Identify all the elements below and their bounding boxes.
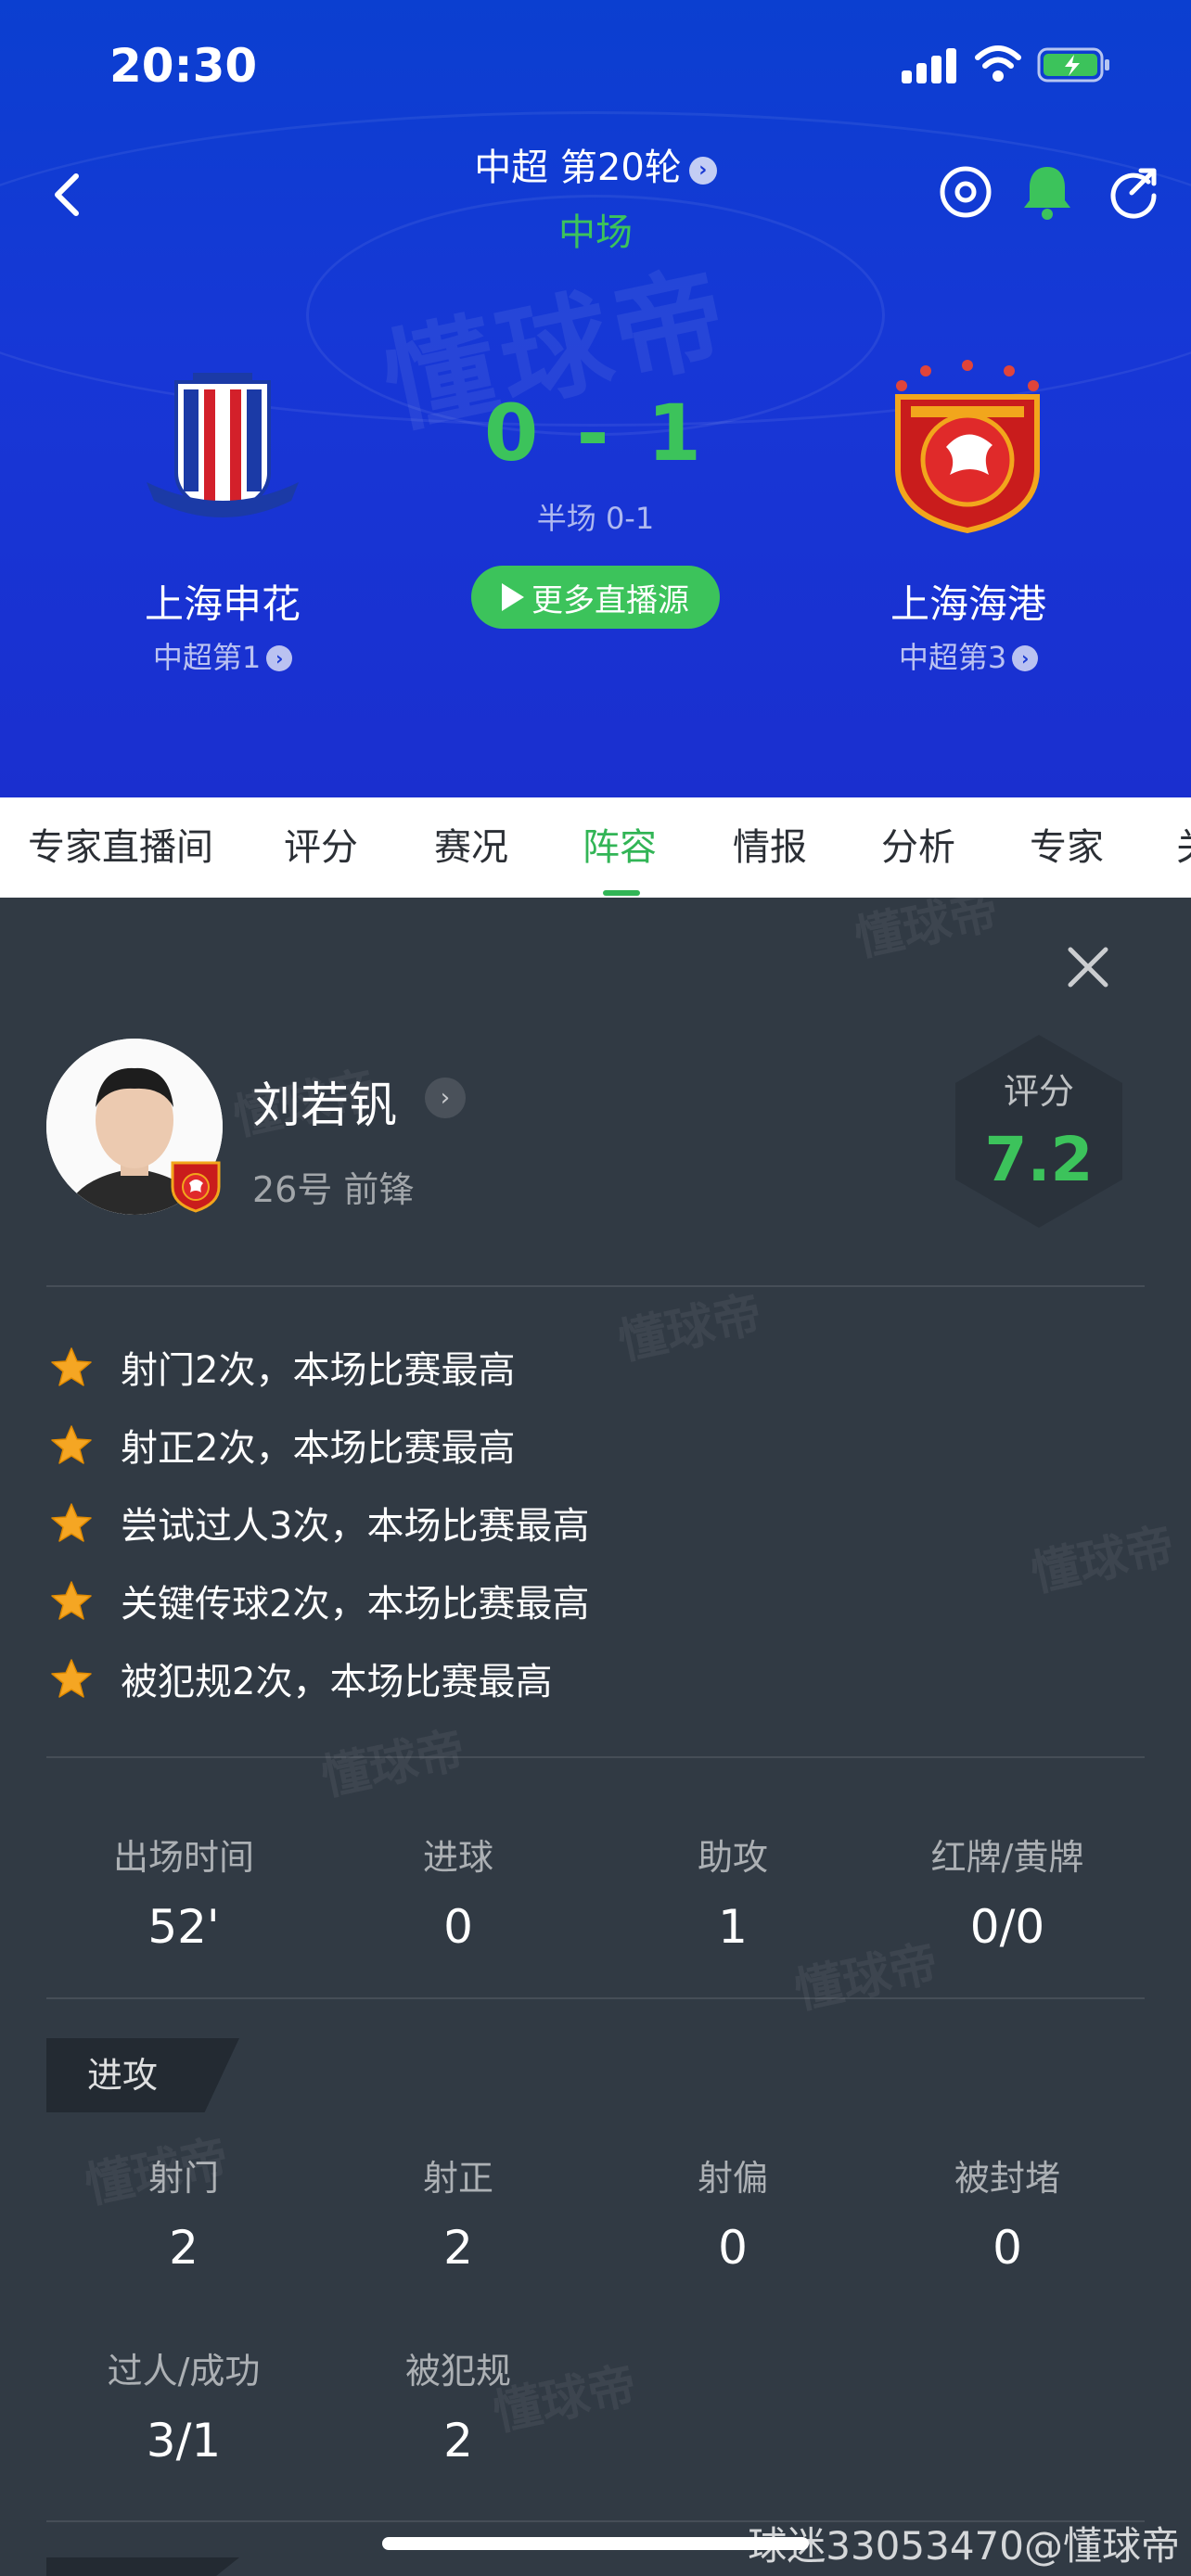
highlight-item: 被犯规2次，本场比赛最高 [50, 1651, 552, 1706]
stat-value: 0/0 [969, 1900, 1045, 1954]
star-icon [51, 1425, 92, 1464]
stat-dribbles: 过人/成功 3/1 [46, 2342, 321, 2468]
divider [46, 1756, 1145, 1758]
play-icon [502, 583, 524, 611]
tab-bar: 专家直播间 评分 赛况 阵容 情报 分析 专家 关 [0, 797, 1191, 898]
bell-icon[interactable] [1020, 163, 1074, 221]
watermark: 懂球帝 [1026, 1518, 1180, 1603]
highlight-text: 尝试过人3次，本场比赛最高 [121, 1505, 590, 1548]
stat-label: 过人/成功 [107, 2351, 261, 2391]
target-icon[interactable] [939, 165, 992, 219]
section-tag-next [46, 2557, 239, 2576]
home-team-rank[interactable]: 中超第1 › [74, 634, 371, 677]
away-team-name[interactable]: 上海海港 [820, 573, 1117, 630]
away-team-rank[interactable]: 中超第3 › [820, 634, 1117, 677]
away-rank-label: 中超第3 [898, 640, 1007, 675]
wifi-icon [975, 45, 1021, 82]
active-tab-indicator [603, 890, 640, 896]
chevron-right-icon[interactable]: › [425, 1078, 466, 1118]
star-icon [51, 1659, 92, 1698]
stat-fouled: 被犯规 2 [321, 2342, 596, 2468]
stat-label: 被封堵 [954, 2158, 1060, 2199]
stat-value: 0 [992, 2221, 1022, 2275]
chevron-right-icon: › [266, 645, 293, 671]
halftime-score: 半场 0-1 [536, 501, 655, 536]
star-icon [51, 1347, 92, 1386]
rating-value: 7.2 [984, 1124, 1094, 1195]
stat-label: 射正 [422, 2158, 493, 2199]
signal-icon [902, 46, 959, 83]
stat-label: 助攻 [697, 1837, 768, 1878]
tab-match-status[interactable]: 赛况 [434, 797, 508, 898]
share-icon[interactable] [1106, 165, 1159, 219]
stat-value: 0 [443, 1900, 473, 1954]
highlight-item: 关键传球2次，本场比赛最高 [50, 1573, 589, 1628]
stat-value: 3/1 [146, 2414, 222, 2468]
watermark: 懂球帝 [316, 1722, 470, 1807]
match-header: 懂球帝 20:30 中超 第20轮 › 中场 上海申花 中超第1 › 上海海港 … [0, 0, 1191, 797]
tab-overflow[interactable]: 关 [1176, 797, 1191, 898]
tab-lineup[interactable]: 阵容 [583, 797, 657, 898]
footer-watermark: 球迷33053470@懂球帝 [748, 2523, 1180, 2569]
stat-value: 52' [147, 1900, 220, 1954]
highlight-text: 射门2次，本场比赛最高 [121, 1349, 516, 1392]
live-button-label: 更多直播源 [531, 581, 689, 619]
tab-intel[interactable]: 情报 [733, 797, 807, 898]
section-title: 进攻 [87, 2055, 159, 2096]
section-tag-attack: 进攻 [46, 2038, 239, 2112]
chevron-right-icon: › [1012, 645, 1039, 671]
status-time: 20:30 [109, 39, 258, 93]
home-rank-label: 中超第1 [152, 640, 262, 675]
tab-expert-live[interactable]: 专家直播间 [28, 797, 213, 898]
round-title[interactable]: 中超 第20轮 › [0, 137, 1191, 191]
match-phase: 中场 [558, 211, 633, 254]
stat-minutes-played: 出场时间 52' [46, 1829, 321, 1954]
stat-value: 2 [443, 2221, 473, 2275]
home-team-name[interactable]: 上海申花 [74, 573, 371, 630]
stat-shots: 射门 2 [46, 2149, 321, 2275]
highlight-text: 射正2次，本场比赛最高 [121, 1427, 516, 1470]
watermark: 懂球帝 [613, 1286, 767, 1371]
stat-label: 射偏 [697, 2158, 768, 2199]
battery-icon [1037, 47, 1109, 83]
stat-label: 进球 [422, 1837, 493, 1878]
stat-goals: 进球 0 [321, 1829, 596, 1954]
match-score: 0 - 1 [483, 388, 708, 478]
stat-label: 被犯规 [404, 2351, 511, 2391]
star-icon [51, 1503, 92, 1542]
stat-value: 0 [718, 2221, 748, 2275]
stat-value: 2 [443, 2414, 473, 2468]
star-icon [51, 1581, 92, 1620]
highlight-item: 尝试过人3次，本场比赛最高 [50, 1495, 589, 1550]
home-indicator[interactable] [382, 2537, 809, 2550]
stat-shots-off-target: 射偏 0 [596, 2149, 870, 2275]
stat-cards: 红牌/黄牌 0/0 [870, 1829, 1145, 1954]
stat-label: 红牌/黄牌 [930, 1837, 1084, 1878]
chevron-right-icon: › [688, 157, 717, 185]
rating-label: 评分 [1003, 1071, 1074, 1112]
highlight-item: 射门2次，本场比赛最高 [50, 1339, 515, 1395]
highlight-text: 被犯规2次，本场比赛最高 [121, 1661, 553, 1703]
round-label: 中超 第20轮 [474, 147, 682, 189]
divider [46, 1997, 1145, 1999]
club-badge-icon [171, 1161, 221, 1213]
stat-label: 出场时间 [112, 1837, 254, 1878]
divider [46, 1285, 1145, 1287]
stat-value: 2 [169, 2221, 198, 2275]
stat-assists: 助攻 1 [596, 1829, 870, 1954]
tab-experts[interactable]: 专家 [1030, 797, 1104, 898]
stat-shots-blocked: 被封堵 0 [870, 2149, 1145, 2275]
highlight-item: 射正2次，本场比赛最高 [50, 1417, 515, 1473]
player-number-position: 26号 前锋 [252, 1169, 415, 1210]
tab-rating[interactable]: 评分 [284, 797, 358, 898]
player-name[interactable]: 刘若钒 [252, 1066, 397, 1136]
stat-label: 射门 [147, 2158, 219, 2199]
highlight-text: 关键传球2次，本场比赛最高 [121, 1583, 590, 1626]
more-live-sources-button[interactable]: 更多直播源 [471, 566, 720, 629]
stat-shots-on-target: 射正 2 [321, 2149, 596, 2275]
stat-value: 1 [718, 1900, 748, 1954]
close-icon[interactable] [1063, 942, 1113, 992]
